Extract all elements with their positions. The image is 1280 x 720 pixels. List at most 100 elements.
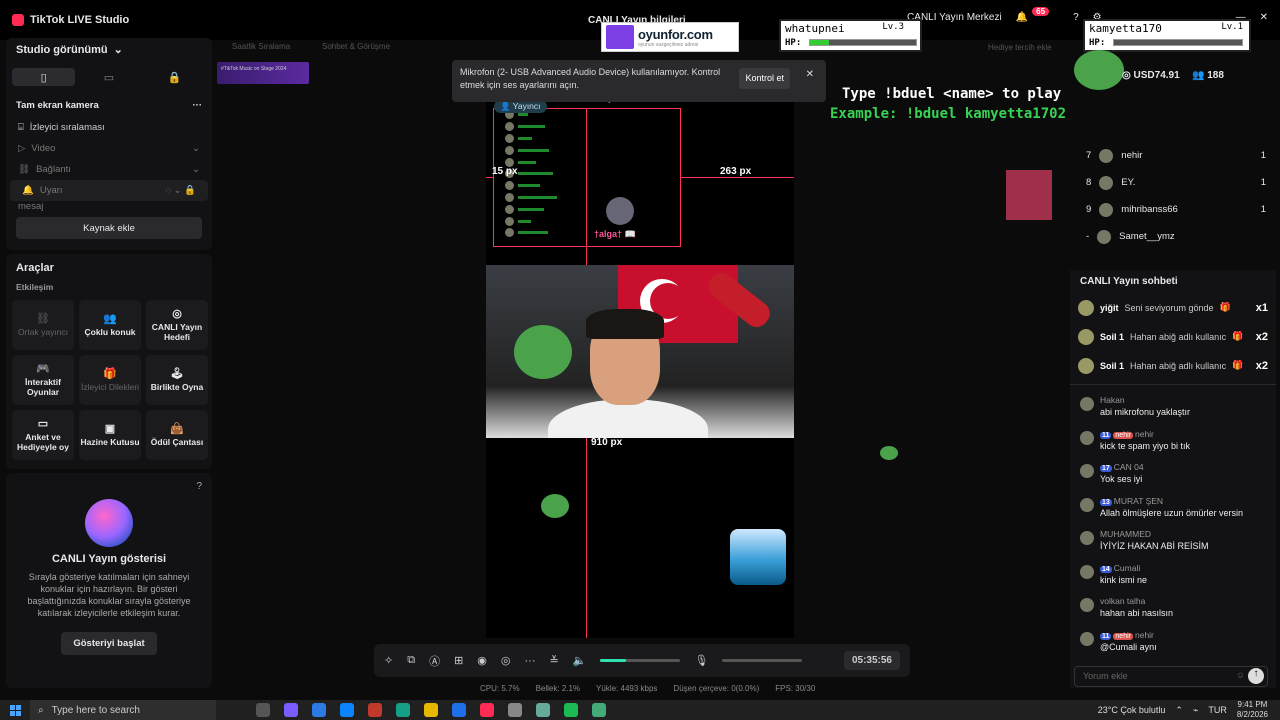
close-icon[interactable]: ✕ xyxy=(806,68,814,83)
landscape-option[interactable]: ▭ xyxy=(77,68,140,86)
ai-icon[interactable]: Ⓐ xyxy=(429,653,440,669)
leaderboard-row[interactable]: - Samet__ymz xyxy=(1076,223,1276,250)
tool-tile[interactable]: 👜 Ödül Çantası xyxy=(146,410,208,460)
help-icon[interactable]: ? xyxy=(196,481,202,492)
avatar xyxy=(1080,497,1094,512)
source-item[interactable]: ⌸ İzleyici sıralaması xyxy=(6,117,212,138)
speaker-icon[interactable]: 🔈 xyxy=(573,654,587,667)
record-icon[interactable]: ◉ xyxy=(477,654,487,667)
tool-tile[interactable]: 🎁 İzleyici Dilekleri xyxy=(79,355,141,405)
app-icon[interactable] xyxy=(396,703,410,717)
leaderboard-row[interactable]: 9 mihribanss66 1 xyxy=(1076,196,1276,223)
screen-icon[interactable]: ⧉ xyxy=(407,654,415,667)
spotify-icon[interactable] xyxy=(564,703,578,717)
help-icon[interactable]: ? xyxy=(1073,12,1079,23)
leaderboard-row[interactable]: 7 nehir 1 xyxy=(1076,142,1276,169)
app-icon[interactable] xyxy=(592,703,606,717)
source-item[interactable]: mesaj xyxy=(6,201,212,211)
avatar xyxy=(1099,202,1114,217)
network-icon[interactable]: ⌁ xyxy=(1193,705,1198,716)
tool-label: İnteraktif Oyunlar xyxy=(25,377,61,397)
tool-tile[interactable]: ⛓ Ortak yayıncı xyxy=(12,300,74,350)
source-item[interactable]: ⛓ Bağlantı ⌄ xyxy=(6,159,212,180)
chat-message[interactable]: 17 CAN 04 Yok ses iyi xyxy=(1070,462,1276,496)
clock[interactable]: 9:41 PM 8/2/2026 xyxy=(1237,700,1268,719)
source-item[interactable]: 🔔 Uyarı ◌ ⌄ 🔒 xyxy=(10,180,208,201)
chat-message[interactable]: 11 nehir nehir kick te spam yiyo bi tık xyxy=(1070,429,1276,463)
chat-text: Yok ses iyi xyxy=(1100,474,1143,484)
level-badge: 13 xyxy=(1100,498,1112,506)
player-name: whatupnei xyxy=(785,22,845,35)
chat-message[interactable]: 13 MURAT ŞEN Allah ölmüşlere uzun ömürler … xyxy=(1070,496,1276,530)
weather-widget[interactable]: 23°C Çok bulutlu xyxy=(1098,705,1166,715)
studio-view-panel: Studio görünümü ⌄ ▯ ▭ 🔒 Tam ekran kamera ·… xyxy=(6,38,212,250)
tool-label: Çoklu konuk xyxy=(84,326,136,337)
player-level: Lv.3 xyxy=(882,22,904,32)
overlay-chat-line xyxy=(494,168,680,180)
task-view-icon[interactable] xyxy=(256,703,270,717)
webcam-feed[interactable] xyxy=(486,265,794,438)
chat-overlay-source[interactable] xyxy=(493,108,681,247)
more-icon[interactable]: ··· xyxy=(525,655,536,667)
sea-thumbnail[interactable] xyxy=(730,529,786,585)
scene-selector[interactable]: Tam ekran kamera xyxy=(16,100,99,111)
bell-icon[interactable]: 🔔 xyxy=(1016,12,1028,23)
chevron-up-icon[interactable]: ⌃ xyxy=(1175,705,1183,716)
start-show-button[interactable]: Gösteriyi başlat xyxy=(61,631,157,655)
lang-indicator[interactable]: TUR xyxy=(1208,705,1227,715)
chat-message[interactable]: Hakan abi mikrofonu yaklaştır xyxy=(1070,395,1276,429)
chat-message[interactable]: MUHAMMED İYİYİZ HAKAN ABİ REİSİM xyxy=(1070,529,1276,563)
tool-tile[interactable]: ◎ CANLI Yayın Hedefi xyxy=(146,300,208,350)
settings-sliders-icon[interactable]: ≚ xyxy=(550,654,559,667)
tool-tile[interactable]: ▣ Hazine Kutusu xyxy=(79,410,141,460)
volume-slider[interactable] xyxy=(600,659,681,662)
app-icon[interactable] xyxy=(508,703,522,717)
store-icon[interactable] xyxy=(312,703,326,717)
bag-icon: 👜 xyxy=(170,422,184,435)
copilot-icon[interactable] xyxy=(284,703,298,717)
app-icon[interactable] xyxy=(536,703,550,717)
source-item[interactable]: ▷ Video ⌄ xyxy=(6,138,212,159)
viewer-count: 👥 188 xyxy=(1192,70,1224,81)
close-icon[interactable]: ✕ xyxy=(1260,12,1268,23)
live-timer: 05:35:56 xyxy=(843,651,900,670)
leaderboard-row[interactable]: 8 EY. 1 xyxy=(1076,169,1276,196)
magic-wand-icon[interactable]: ✧ xyxy=(384,654,393,667)
chat-message[interactable]: 14 Cumali kink ismi ne xyxy=(1070,563,1276,597)
add-scene-icon[interactable]: ⊞ xyxy=(454,654,463,667)
comment-input[interactable]: Yorum ekle ☺ ↑ xyxy=(1074,666,1268,687)
tool-tile[interactable]: 🕹 Birlikte Oyna xyxy=(146,355,208,405)
mic-slider[interactable] xyxy=(722,659,803,662)
tiktok-icon[interactable] xyxy=(480,703,494,717)
tool-tile[interactable]: 🎮 İnteraktif Oyunlar xyxy=(12,355,74,405)
send-icon[interactable]: ↑ xyxy=(1248,668,1264,684)
portrait-option[interactable]: ▯ xyxy=(12,68,76,86)
tool-tile[interactable]: 👥 Çoklu konuk xyxy=(79,300,141,350)
tool-tile[interactable]: ▭ Anket ve Hediyeyle oy xyxy=(12,410,74,460)
level-badge: 14 xyxy=(1100,565,1112,573)
app-icon[interactable] xyxy=(368,703,382,717)
mic-icon[interactable]: 🎙 xyxy=(694,654,708,667)
chevron-down-icon[interactable]: ⌄ xyxy=(192,143,200,154)
chat-message[interactable]: 11 nehir nehir @Cumali aynı xyxy=(1070,630,1276,664)
taskbar-search[interactable]: ⌕ Type here to search xyxy=(30,700,216,720)
start-button[interactable] xyxy=(0,700,30,720)
chevron-down-icon[interactable]: ⌄ xyxy=(114,43,123,56)
check-button[interactable]: Kontrol et xyxy=(739,68,790,90)
camera-icon[interactable]: ◎ xyxy=(501,654,511,667)
chat-message[interactable]: volkan talha hahan abi nasılsın xyxy=(1070,596,1276,630)
windows-taskbar: ⌕ Type here to search 23°C Çok bulutlu ⌃ … xyxy=(0,700,1280,720)
edge-icon[interactable] xyxy=(340,703,354,717)
add-source-button[interactable]: Kaynak ekle xyxy=(16,217,202,239)
avatar xyxy=(1080,430,1094,445)
more-icon[interactable]: ··· xyxy=(193,100,203,111)
emoji-icon[interactable]: ☺ xyxy=(1236,670,1245,680)
game-instruction: Type !bduel <name> to play xyxy=(842,86,1062,102)
overlay-chat-line xyxy=(494,227,680,239)
browser-icon[interactable] xyxy=(452,703,466,717)
eye-icon[interactable]: ◌ ⌄ 🔒 xyxy=(165,185,196,196)
lock-option[interactable]: 🔒 xyxy=(143,68,206,86)
music-banner[interactable]: #TikTok Music on Stage 2024 xyxy=(217,62,309,84)
chevron-down-icon[interactable]: ⌄ xyxy=(192,164,200,175)
folder-icon[interactable] xyxy=(424,703,438,717)
